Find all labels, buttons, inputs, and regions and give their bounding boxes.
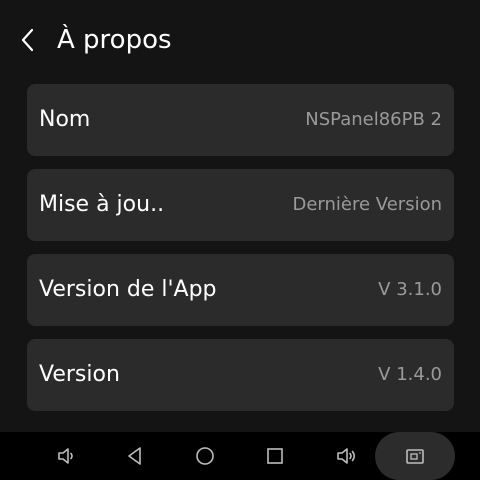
row-label: Nom xyxy=(39,107,91,132)
info-row-version[interactable]: Version V 1.4.0 xyxy=(27,339,454,411)
recent-apps-square-icon xyxy=(267,448,283,464)
header: À propos xyxy=(0,0,480,80)
row-value: NSPanel86PB 2 xyxy=(305,109,442,130)
volume-up-button[interactable] xyxy=(322,432,370,480)
info-row-name[interactable]: Nom NSPanel86PB 2 xyxy=(27,84,454,156)
row-value: Dernière Version xyxy=(292,194,443,215)
back-nav-button[interactable] xyxy=(111,432,159,480)
volume-up-icon xyxy=(337,448,356,464)
volume-down-button[interactable] xyxy=(42,432,90,480)
home-nav-button[interactable] xyxy=(181,432,229,480)
page-title: À propos xyxy=(57,25,172,55)
screenshot-icon xyxy=(406,449,424,464)
info-row-app-version[interactable]: Version de l'App V 3.1.0 xyxy=(27,254,454,326)
home-circle-icon xyxy=(196,447,214,465)
row-label: Version de l'App xyxy=(39,277,217,302)
row-value: V 3.1.0 xyxy=(378,279,442,300)
navigation-bar xyxy=(0,432,480,480)
back-button[interactable] xyxy=(10,20,46,60)
info-row-update[interactable]: Mise à jou.. Dernière Version xyxy=(27,169,454,241)
recent-apps-button[interactable] xyxy=(251,432,299,480)
back-triangle-icon xyxy=(128,447,141,465)
row-label: Mise à jou.. xyxy=(39,192,165,217)
chevron-left-icon xyxy=(21,28,34,52)
info-list: Nom NSPanel86PB 2 Mise à jou.. Dernière … xyxy=(27,84,454,424)
volume-down-icon xyxy=(58,448,73,464)
screenshot-button[interactable] xyxy=(375,432,455,480)
row-value: V 1.4.0 xyxy=(378,364,442,385)
row-label: Version xyxy=(39,362,120,387)
